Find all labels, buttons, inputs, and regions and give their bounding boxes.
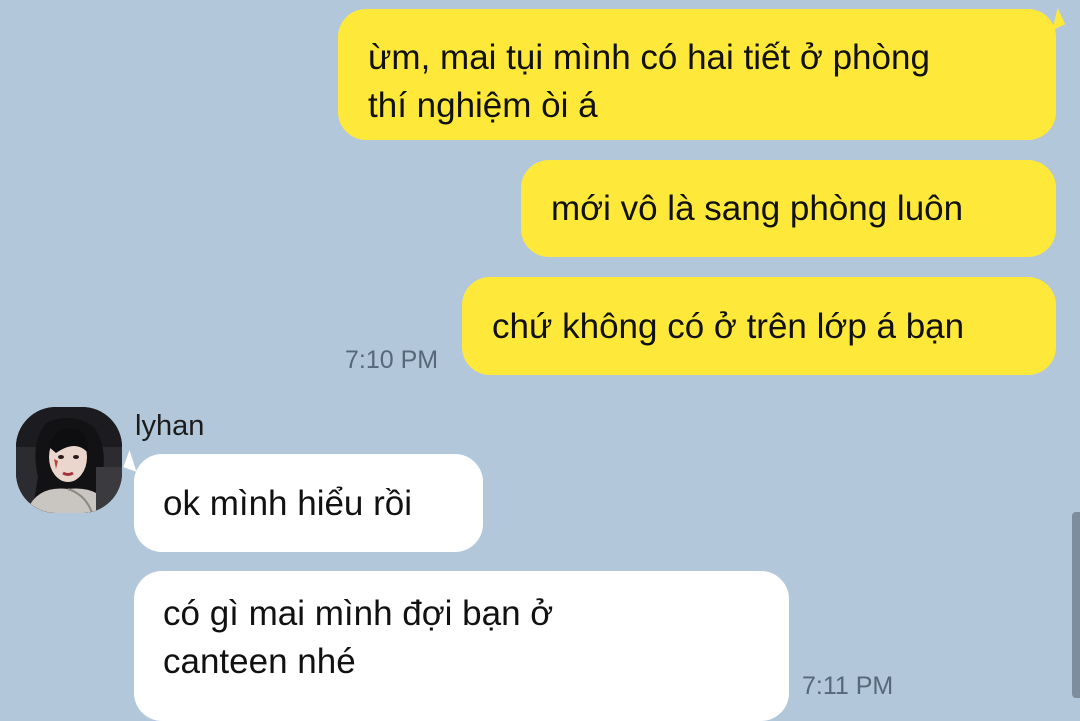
- message-timestamp: 7:10 PM: [345, 346, 439, 374]
- sender-name: lyhan: [135, 410, 205, 442]
- incoming-message[interactable]: ok mình hiểu rồi: [134, 454, 483, 552]
- message-timestamp: 7:11 PM: [802, 672, 894, 700]
- sender-avatar[interactable]: [16, 407, 122, 513]
- outgoing-message[interactable]: mới vô là sang phòng luôn: [521, 160, 1056, 257]
- chat-view: ừm, mai tụi mình có hai tiết ở phòng thí…: [0, 0, 1080, 721]
- outgoing-message[interactable]: chứ không có ở trên lớp á bạn: [462, 277, 1056, 375]
- user-avatar-photo-icon: [16, 407, 122, 513]
- incoming-message[interactable]: có gì mai mình đợi bạn ở canteen nhé: [134, 571, 789, 721]
- outgoing-message[interactable]: ừm, mai tụi mình có hai tiết ở phòng thí…: [338, 9, 1056, 140]
- chat-scrollbar[interactable]: [1072, 512, 1080, 698]
